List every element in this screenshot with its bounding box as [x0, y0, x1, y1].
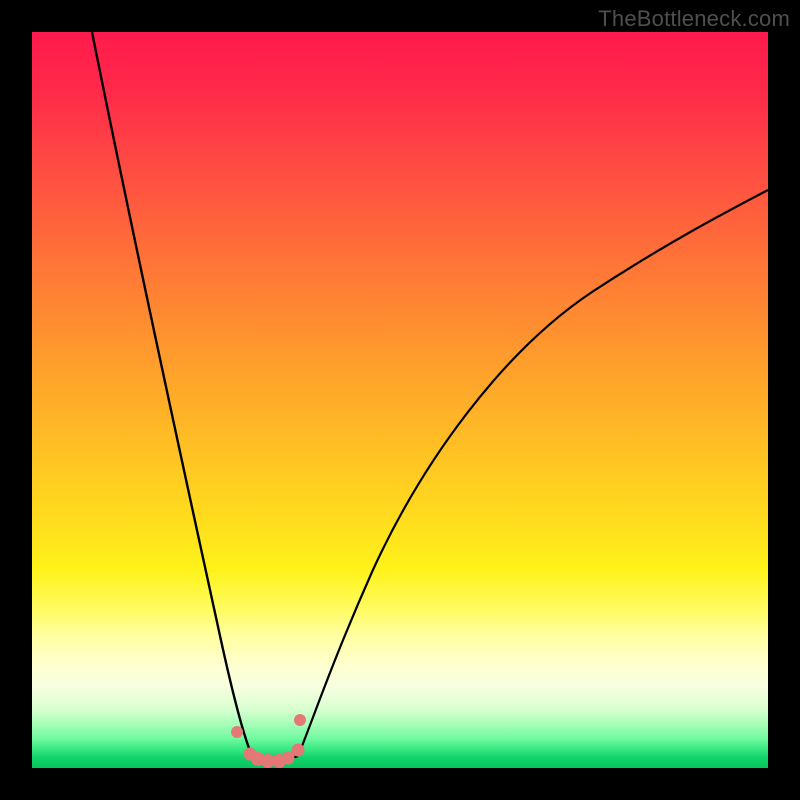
left-curve: [92, 32, 252, 756]
valley-dots-group: [231, 714, 306, 768]
valley-dot: [231, 726, 243, 738]
watermark-text: TheBottleneck.com: [598, 6, 790, 32]
valley-dot: [294, 714, 306, 726]
chart-svg: [32, 32, 768, 768]
valley-dot: [292, 744, 305, 757]
plot-area: [32, 32, 768, 768]
right-curve: [298, 190, 768, 756]
